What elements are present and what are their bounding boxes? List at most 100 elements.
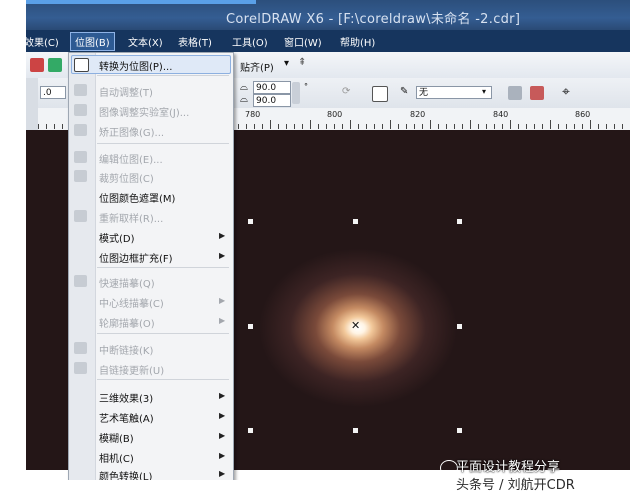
ruler-tick (358, 124, 359, 129)
arc-start-icon: ⌓ (240, 82, 248, 93)
export-icon[interactable] (48, 58, 62, 72)
break-link-icon (74, 342, 87, 354)
menu-item-art-strokes[interactable]: 艺术笔触(A) (99, 410, 154, 425)
submenu-arrow-icon: ▶ (219, 469, 226, 478)
menu-item-crop-bitmap[interactable]: 裁剪位图(C) (99, 170, 154, 185)
title-bar: CorelDRAW X6 - [F:\coreldraw\未命名 -2.cdr] (26, 0, 630, 30)
direction-icon[interactable]: ⟳ (342, 86, 350, 97)
menu-item-color-mask[interactable]: 位图颜色遮罩(M) (99, 190, 175, 205)
selection-handle[interactable] (248, 428, 253, 433)
ruler-tick (438, 124, 439, 129)
selection-handle[interactable] (457, 219, 462, 224)
outline-width-select[interactable]: 无 (416, 86, 492, 99)
ruler-tick (406, 124, 407, 129)
menu-item-3d-effects[interactable]: 三维效果(3) (99, 390, 153, 405)
ruler-label: 860 (575, 110, 591, 119)
ruler-tick (550, 120, 551, 129)
menu-item-image-adjust-lab[interactable]: 图像调整实验室(J)... (99, 104, 189, 119)
submenu-arrow-icon: ▶ (219, 411, 226, 420)
convert-curve-icon[interactable] (372, 86, 388, 102)
menu-separator (97, 143, 229, 144)
ruler-tick (574, 124, 575, 129)
menu-item-camera[interactable]: 相机(C) (99, 450, 134, 465)
selection-handle[interactable] (353, 428, 358, 433)
menu-item-border-extend[interactable]: 位图边框扩充(F) (99, 250, 173, 265)
menu-item-mode[interactable]: 模式(D) (99, 230, 135, 245)
image-adjust-lab-icon (74, 104, 87, 116)
update-link-icon (74, 362, 87, 374)
menu-item-resample[interactable]: 重新取样(R)... (99, 210, 163, 225)
ruler-tick (502, 124, 503, 129)
ruler-tick (390, 120, 391, 129)
selection-handle[interactable] (248, 324, 253, 329)
edit-bitmap-icon (74, 151, 87, 163)
selection-handle[interactable] (457, 428, 462, 433)
start-angle-field[interactable]: 90.0 (253, 81, 291, 94)
chevron-down-icon[interactable]: ▾ (284, 58, 289, 69)
straighten-image-icon (74, 124, 87, 136)
menu-item-convert-to-bitmap[interactable]: 转换为位图(P)... (99, 58, 172, 73)
selection-handle[interactable] (457, 324, 462, 329)
ruler-tick (326, 124, 327, 129)
ruler-tick (262, 124, 263, 129)
pen-icon: ✎ (400, 86, 409, 97)
ruler-tick (366, 124, 367, 129)
ruler-tick (246, 124, 247, 129)
ruler-tick (542, 124, 543, 129)
ruler-tick (518, 124, 519, 129)
snap-to-dropdown[interactable]: 贴齐(P) (240, 59, 274, 74)
menu-table[interactable]: 表格(T) (178, 34, 212, 49)
ruler-label: 840 (493, 110, 509, 119)
selection-handle[interactable] (353, 219, 358, 224)
import-icon[interactable] (30, 58, 44, 72)
ruler-tick (302, 124, 303, 129)
menu-icon-gutter (69, 53, 96, 481)
ruler-tick (414, 124, 415, 129)
menu-help[interactable]: 帮助(H) (340, 34, 375, 49)
menu-item-quick-trace[interactable]: 快速描摹(Q) (99, 275, 155, 290)
to-front-icon[interactable] (508, 86, 522, 100)
ruler-tick (398, 124, 399, 129)
quick-trace-icon (74, 275, 87, 287)
menu-window[interactable]: 窗口(W) (284, 34, 322, 49)
menu-item-update-link[interactable]: 自链接更新(U) (99, 362, 164, 377)
menu-item-edit-bitmap[interactable]: 编辑位图(E)... (99, 151, 163, 166)
ruler-tick (310, 120, 311, 129)
selection-handle[interactable] (248, 219, 253, 224)
ruler-tick (46, 124, 47, 129)
title-accent-stripe (26, 0, 256, 4)
ruler-tick (294, 124, 295, 129)
options-icon[interactable]: ⇞ (298, 57, 306, 68)
menu-item-auto-adjust[interactable]: 自动调整(T) (99, 84, 153, 99)
menu-item-break-link[interactable]: 中断链接(K) (99, 342, 153, 357)
menu-effects[interactable]: 效果(C) (24, 34, 59, 49)
menu-item-blur[interactable]: 模糊(B) (99, 430, 134, 445)
rotation-field[interactable]: .0 (40, 86, 66, 99)
ruler-tick (270, 120, 271, 129)
ruler-tick (614, 124, 615, 129)
menu-bitmaps[interactable]: 位图(B) (70, 32, 115, 51)
ruler-tick (510, 120, 511, 129)
ruler-tick (454, 124, 455, 129)
menu-separator (97, 333, 229, 334)
crosshair-icon[interactable]: ⌖ (562, 84, 570, 100)
menu-item-centerline-trace[interactable]: 中心线描摹(C) (99, 295, 164, 310)
ruler-tick (422, 124, 423, 129)
ruler-tick (54, 124, 55, 129)
menu-text[interactable]: 文本(X) (128, 34, 163, 49)
end-angle-field[interactable]: 90.0 (253, 94, 291, 107)
menu-item-outline-trace[interactable]: 轮廓描摹(O) (99, 315, 155, 330)
angle-spinner[interactable] (292, 82, 300, 104)
crop-bitmap-icon (74, 170, 87, 182)
ruler-tick (478, 124, 479, 129)
degree-icon: ° (304, 82, 308, 91)
menu-item-straighten-image[interactable]: 矫正图像(G)... (99, 124, 164, 139)
menu-separator (97, 75, 229, 76)
ruler-tick (382, 124, 383, 129)
menu-tools[interactable]: 工具(O) (232, 34, 268, 49)
ruler-tick (278, 124, 279, 129)
ruler-tick (598, 124, 599, 129)
ruler-tick (526, 124, 527, 129)
to-back-icon[interactable] (530, 86, 544, 100)
menu-separator (97, 379, 229, 380)
